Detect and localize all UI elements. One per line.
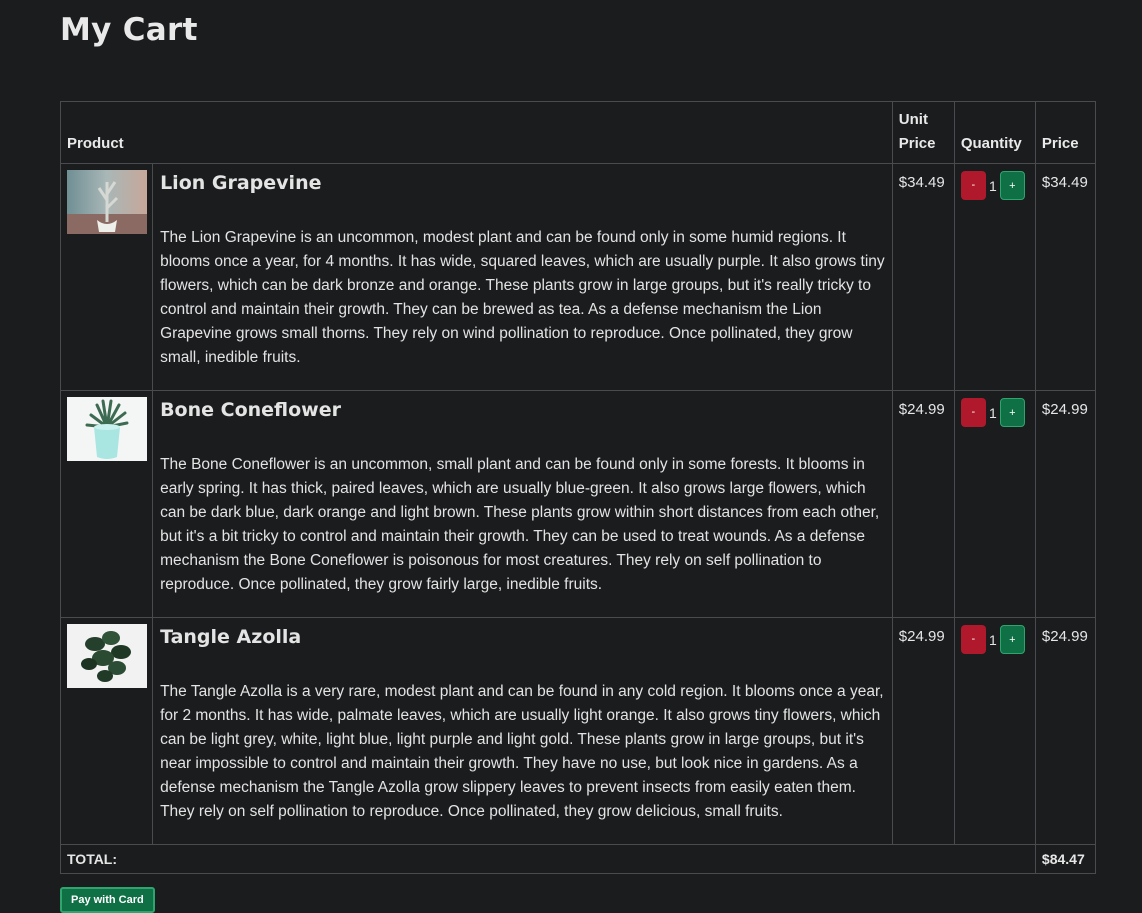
line-price: $24.99 [1034, 617, 1097, 845]
product-description: The Bone Coneflower is an uncommon, smal… [160, 456, 880, 593]
unit-price: $34.49 [891, 163, 955, 391]
product-image [67, 397, 147, 461]
table-row: Tangle Azolla The Tangle Azolla is a ver… [59, 617, 1097, 845]
cart-page: My Cart Product Unit Price Quantity Pric… [0, 0, 1142, 913]
product-image-cell [59, 617, 154, 845]
increase-quantity-button[interactable]: + [999, 625, 1025, 654]
product-description: The Tangle Azolla is a very rare, modest… [160, 683, 884, 820]
product-image-cell [59, 163, 154, 391]
table-row: Lion Grapevine The Lion Grapevine is an … [59, 163, 1097, 391]
quantity-value: 1 [988, 404, 997, 421]
page-title: My Cart [60, 12, 198, 48]
header-unit-price: Unit Price [891, 101, 955, 164]
line-price: $24.99 [1034, 390, 1097, 618]
cart-table: Product Unit Price Quantity Price Lion G… [59, 101, 1097, 874]
table-row: Bone Coneflower The Bone Coneflower is a… [59, 390, 1097, 618]
product-info-cell: Bone Coneflower The Bone Coneflower is a… [152, 390, 893, 618]
total-label: TOTAL: [60, 844, 1036, 874]
product-description: The Lion Grapevine is an uncommon, modes… [160, 229, 885, 366]
decrease-quantity-button[interactable]: - [960, 171, 986, 200]
increase-quantity-button[interactable]: + [999, 398, 1025, 427]
total-value: $84.47 [1034, 844, 1097, 874]
total-row: TOTAL: $84.47 [60, 844, 1097, 874]
line-price: $34.49 [1034, 163, 1097, 391]
decrease-quantity-button[interactable]: - [960, 625, 986, 654]
quantity-value: 1 [988, 631, 997, 648]
product-name[interactable]: Bone Coneflower [160, 399, 886, 423]
pay-with-card-button[interactable]: Pay with Card [60, 887, 155, 913]
product-image [67, 170, 147, 234]
product-name[interactable]: Lion Grapevine [160, 172, 886, 196]
product-image [67, 624, 147, 688]
quantity-value: 1 [988, 177, 997, 194]
header-product: Product [60, 101, 893, 164]
decrease-quantity-button[interactable]: - [960, 398, 986, 427]
product-info-cell: Lion Grapevine The Lion Grapevine is an … [152, 163, 893, 391]
product-info-cell: Tangle Azolla The Tangle Azolla is a ver… [152, 617, 893, 845]
header-quantity: Quantity [953, 101, 1036, 164]
quantity-stepper: -1 + [953, 163, 1036, 391]
product-image-cell [59, 390, 154, 618]
unit-price: $24.99 [891, 617, 955, 845]
header-price: Price [1034, 101, 1097, 164]
product-name[interactable]: Tangle Azolla [160, 626, 886, 650]
unit-price: $24.99 [891, 390, 955, 618]
quantity-stepper: -1 + [953, 390, 1036, 618]
quantity-stepper: -1 + [953, 617, 1036, 845]
increase-quantity-button[interactable]: + [999, 171, 1025, 200]
table-header-row: Product Unit Price Quantity Price [60, 101, 1097, 164]
